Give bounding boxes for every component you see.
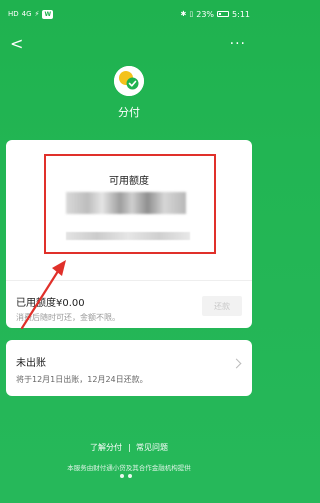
used-quota-note: 消费后随时可还，金额不限。 (16, 313, 120, 322)
more-options-button[interactable]: ··· (230, 34, 246, 54)
hd-icon: HD (8, 9, 19, 18)
battery-percent: 23% (196, 9, 215, 19)
battery-icon (217, 11, 230, 17)
brand-name: 分付 (118, 106, 140, 119)
unbilled-title: 未出账 (16, 358, 46, 369)
fenfu-logo-icon (114, 66, 144, 96)
footer-divider (128, 443, 130, 452)
charging-icon: ⚡ (34, 9, 40, 18)
status-bar: HD 4G ⚡ W ✱ ▯ 23% 5:11 (0, 0, 258, 28)
unbilled-card[interactable]: 未出账 将于12月1日出账，12月24日还款。 (6, 340, 252, 396)
page-dot (128, 474, 132, 478)
card-divider (6, 280, 252, 281)
nav-bar: < ··· (0, 32, 258, 56)
footer-links: 了解分付 常见问题 (0, 442, 258, 453)
status-left: HD 4G ⚡ W (8, 9, 54, 19)
learn-fenfu-link[interactable]: 了解分付 (90, 443, 122, 452)
back-button[interactable]: < (10, 34, 26, 54)
status-right: ✱ ▯ 23% 5:11 (181, 10, 250, 19)
used-quota-label: 已用额度¥0.00 (16, 298, 85, 309)
bluetooth-icon: ✱ (180, 9, 187, 18)
highlight-annotation-box (44, 154, 216, 254)
quota-card: 可用额度 已用额度¥0.00 消费后随时可还，金额不限。 还款 (6, 140, 252, 328)
unbilled-note: 将于12月1日出账，12月24日还款。 (16, 375, 148, 384)
page-dot (120, 474, 124, 478)
app-badge-icon: W (42, 9, 54, 19)
page-indicator (120, 474, 132, 478)
footer-note: 本服务由财付通小贷及其合作金融机构提供 (67, 464, 191, 472)
signal-icon: 4G (21, 9, 32, 18)
faq-link[interactable]: 常见问题 (136, 443, 168, 452)
status-time: 5:11 (232, 9, 250, 19)
vibrate-icon: ▯ (189, 9, 194, 18)
chevron-right-icon (231, 358, 242, 369)
repay-button[interactable]: 还款 (202, 296, 242, 316)
